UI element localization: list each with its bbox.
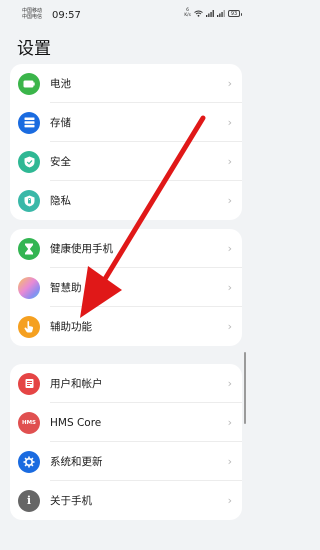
- settings-item-system-updates[interactable]: 系统和更新 ›: [10, 442, 242, 481]
- settings-item-users-accounts[interactable]: 用户和帐户 ›: [10, 364, 242, 403]
- status-bar: 中国移动 中国电信 09:57 6 K/s 93: [0, 0, 250, 28]
- battery-indicator: 93: [228, 10, 242, 17]
- scrollbar[interactable]: [244, 352, 246, 424]
- chevron-right-icon: ›: [227, 416, 232, 429]
- info-icon: i: [18, 489, 40, 512]
- settings-item-label: 用户和帐户: [50, 378, 103, 390]
- chevron-right-icon: ›: [227, 194, 232, 207]
- page-title: 设置: [17, 39, 51, 59]
- user-icon: [18, 372, 40, 395]
- chevron-right-icon: ›: [227, 281, 232, 294]
- carrier-info: 中国移动 中国电信: [22, 8, 42, 20]
- hourglass-icon: [18, 237, 40, 260]
- settings-item-label: HMS Core: [50, 416, 102, 429]
- carrier-2: 中国电信: [22, 14, 43, 20]
- settings-item-label: 关于手机: [50, 495, 92, 507]
- settings-item-battery[interactable]: 电池 ›: [10, 64, 242, 103]
- settings-item-hms-core[interactable]: HMS HMS Core ›: [10, 403, 242, 442]
- chevron-right-icon: ›: [227, 116, 232, 129]
- status-icons: 6 K/s 93: [184, 8, 242, 18]
- settings-item-smart-assistant[interactable]: 智慧助 ›: [10, 268, 242, 307]
- system-icon: [18, 450, 40, 473]
- signal-icon-1: [206, 10, 214, 17]
- chevron-right-icon: ›: [227, 377, 232, 390]
- settings-group-1: 电池 › 存储 › 安全 › 隐私 ›: [10, 64, 242, 220]
- hms-badge: HMS: [21, 419, 37, 426]
- settings-item-privacy[interactable]: 隐私 ›: [10, 181, 242, 220]
- settings-item-digital-balance[interactable]: 健康使用手机 ›: [10, 229, 242, 268]
- chevron-right-icon: ›: [227, 494, 232, 507]
- hms-icon: HMS: [18, 411, 40, 434]
- settings-item-storage[interactable]: 存储 ›: [10, 103, 242, 142]
- hand-icon: [18, 315, 40, 338]
- settings-item-security[interactable]: 安全 ›: [10, 142, 242, 181]
- speed-unit: K/s: [184, 12, 191, 18]
- signal-icon-2: [217, 10, 225, 17]
- settings-item-accessibility[interactable]: 辅助功能 ›: [10, 307, 242, 346]
- settings-item-label: 安全: [50, 156, 71, 168]
- privacy-icon: [18, 189, 40, 212]
- settings-item-label: 系统和更新: [50, 456, 103, 468]
- clock: 09:57: [52, 10, 81, 21]
- chevron-right-icon: ›: [227, 455, 232, 468]
- shield-icon: [18, 150, 40, 173]
- smart-assistant-icon: [18, 276, 40, 299]
- chevron-right-icon: ›: [227, 77, 232, 90]
- chevron-right-icon: ›: [227, 242, 232, 255]
- settings-group-3: 用户和帐户 › HMS HMS Core › 系统和更新 › i 关于手机 ›: [10, 364, 242, 520]
- network-speed: 6 K/s: [184, 8, 191, 18]
- settings-item-label: 隐私: [50, 195, 71, 207]
- settings-item-label: 健康使用手机: [50, 243, 113, 255]
- wifi-icon: [194, 10, 203, 17]
- settings-item-label: 存储: [50, 117, 71, 129]
- settings-item-label: 辅助功能: [50, 321, 92, 333]
- settings-group-2: 健康使用手机 › 智慧助 › 辅助功能 ›: [10, 229, 242, 346]
- battery-icon: [18, 72, 40, 95]
- chevron-right-icon: ›: [227, 320, 232, 333]
- settings-item-label: 电池: [50, 78, 71, 90]
- settings-item-label: 智慧助: [50, 282, 82, 294]
- chevron-right-icon: ›: [227, 155, 232, 168]
- settings-item-about-phone[interactable]: i 关于手机 ›: [10, 481, 242, 520]
- storage-icon: [18, 111, 40, 134]
